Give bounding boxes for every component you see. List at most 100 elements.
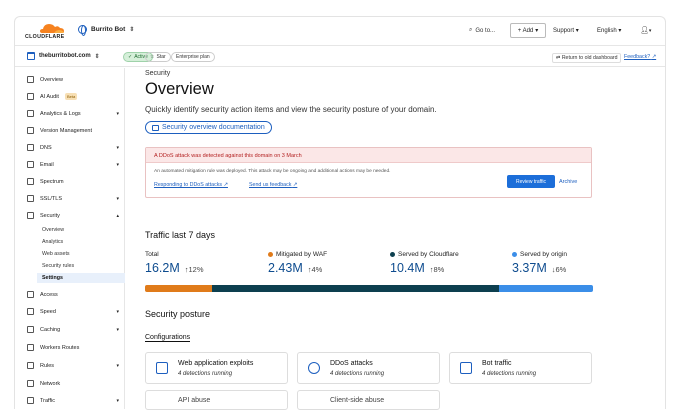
site-icon	[27, 52, 35, 60]
sidebar-subitem-security-rules[interactable]: Security rules	[42, 263, 74, 269]
card-name: API abuse	[178, 397, 211, 404]
cloudflare-logo[interactable]: CLOUDFLARE	[25, 22, 69, 42]
ddos-docs-link[interactable]: Responding to DDoS attacks ↗	[154, 182, 228, 188]
card-ddos-attacks[interactable]: DDoS attacks 4 detections running	[297, 352, 440, 384]
sidebar-item-traffic[interactable]: Traffic ▾	[27, 397, 123, 404]
user-menu[interactable]: 👤︎▾	[640, 26, 651, 34]
sidebar-item-network[interactable]: Network	[27, 380, 123, 387]
feedback-link[interactable]: Feedback? ↗	[624, 54, 656, 60]
firewall-icon	[156, 362, 168, 374]
sidebar-item-dns[interactable]: DNS ▾	[27, 144, 123, 151]
ddos-alert: A DDoS attack was detected against this …	[145, 147, 592, 198]
traffic-breakdown-bar	[145, 285, 593, 292]
app-window: CLOUDFLARE Burrito Bot ⇕ ⌕ Go to... + Ad…	[14, 16, 666, 409]
sidebar-item-version-management[interactable]: Version Management	[27, 127, 123, 134]
rules-icon	[27, 362, 34, 369]
sidebar-item-speed[interactable]: Speed ▾	[27, 308, 123, 315]
lock-icon	[27, 195, 34, 202]
metric-label: Total	[145, 251, 159, 258]
sidebar-item-label: Workers Routes	[40, 344, 80, 351]
sidebar-item-ai-audit[interactable]: AI Audit Beta	[27, 93, 123, 100]
metric-value: 10.4M	[390, 261, 425, 275]
posture-title: Security posture	[145, 309, 211, 319]
return-old-dashboard-button[interactable]: ⇄ Return to old dashboard	[552, 53, 622, 63]
star-icon: ☆	[150, 54, 155, 60]
metric-change: ↑8%	[429, 265, 445, 274]
bar-segment-origin	[498, 285, 593, 292]
return-label: Return to old dashboard	[561, 55, 618, 61]
sidebar-item-spectrum[interactable]: Spectrum	[27, 178, 123, 185]
link-label: Responding to DDoS attacks	[154, 182, 223, 188]
sidebar-subitem-overview[interactable]: Overview	[42, 227, 64, 233]
sidebar-item-label: Access	[40, 291, 58, 298]
sidebar-item-workers-routes[interactable]: Workers Routes	[27, 344, 123, 351]
legend-dot	[512, 252, 517, 257]
sidebar-item-analytics-logs[interactable]: Analytics & Logs ▾	[27, 110, 123, 117]
sidebar-item-label: Spectrum	[40, 178, 64, 185]
updown-chevron-icon: ⇕	[129, 27, 135, 33]
metric-label: Served by Cloudflare	[398, 251, 459, 258]
access-icon	[27, 291, 34, 298]
sidebar-item-label: DNS	[40, 144, 52, 151]
language-menu[interactable]: English ▾	[597, 27, 621, 34]
chevron-down-icon: ▾	[648, 28, 652, 34]
card-client-side-abuse[interactable]: Client-side abuse	[297, 390, 440, 410]
goto-search[interactable]: ⌕ Go to...	[469, 27, 495, 34]
metric-label: Mitigated by WAF	[276, 251, 328, 258]
sidebar-subitem-settings[interactable]: Settings	[37, 273, 125, 283]
send-feedback-link[interactable]: Send us feedback ↗	[249, 182, 297, 188]
chevron-down-icon: ▾	[116, 110, 119, 117]
metric-mitigated-waf: Mitigated by WAF 2.43M ↑4%	[268, 251, 327, 275]
chevron-down-icon: ▾	[116, 195, 119, 202]
bar-segment-waf	[145, 285, 213, 292]
account-switcher[interactable]: Burrito Bot ⇕	[78, 25, 135, 36]
branch-icon	[27, 127, 34, 134]
star-button[interactable]: ☆ Star	[145, 52, 171, 62]
support-menu[interactable]: Support ▾	[553, 27, 579, 34]
traffic-icon	[27, 397, 34, 404]
card-detail: 4 detections running	[178, 371, 233, 377]
metric-served-cloudflare: Served by Cloudflare 10.4M ↑8%	[390, 251, 459, 275]
plan-badge[interactable]: Enterprise plan	[171, 52, 215, 62]
bar-segment-cloudflare	[212, 285, 499, 292]
add-button[interactable]: + Add ▾	[510, 23, 546, 38]
card-bot-traffic[interactable]: Bot traffic 4 detections running	[449, 352, 592, 384]
zone-selector[interactable]: theburritobot.com ⇕	[27, 52, 100, 60]
card-api-abuse[interactable]: API abuse	[145, 390, 288, 410]
chevron-down-icon: ▾	[116, 326, 119, 333]
sidebar-item-rules[interactable]: Rules ▾	[27, 362, 123, 369]
globe-icon	[78, 25, 87, 36]
sidebar-item-label: Overview	[40, 76, 63, 83]
sidebar-item-email[interactable]: Email ▾	[27, 161, 123, 168]
sidebar-item-security[interactable]: Security ▴	[27, 212, 123, 219]
support-label: Support	[553, 28, 575, 34]
external-link-icon: ↗	[292, 182, 298, 188]
sidebar-item-caching[interactable]: Caching ▾	[27, 326, 123, 333]
metric-value: 3.37M	[512, 261, 547, 275]
sidebar-item-overview[interactable]: Overview	[27, 76, 123, 83]
legend-dot	[268, 252, 273, 257]
archive-button[interactable]: Archive	[559, 179, 577, 185]
alert-title: A DDoS attack was detected against this …	[146, 148, 591, 163]
sidebar-subitem-analytics[interactable]: Analytics	[42, 239, 63, 245]
user-icon: 👤︎	[640, 27, 649, 34]
chevron-down-icon: ▾	[116, 144, 119, 151]
sidebar-item-label: AI Audit	[40, 93, 59, 100]
configurations-tab[interactable]: Configurations	[145, 334, 191, 342]
sidebar-subitem-web-assets[interactable]: Web assets	[42, 251, 70, 257]
home-icon	[27, 76, 34, 83]
chevron-up-icon: ▴	[116, 212, 119, 219]
page-title: Overview	[145, 80, 214, 98]
sidebar-item-ssl-tls[interactable]: SSL/TLS ▾	[27, 195, 123, 202]
review-traffic-button[interactable]: Review traffic	[507, 175, 555, 188]
sidebar-item-label: SSL/TLS	[40, 195, 63, 202]
shield-icon	[27, 212, 34, 219]
goto-label: Go to...	[475, 27, 496, 34]
sidebar-item-access[interactable]: Access	[27, 291, 123, 298]
card-detail: 4 detections running	[482, 371, 537, 377]
documentation-label: Security overview documentation	[162, 124, 265, 131]
documentation-button[interactable]: Security overview documentation	[145, 121, 272, 134]
card-name: Client-side abuse	[330, 397, 385, 404]
metric-served-origin: Served by origin 3.37M ↓6%	[512, 251, 567, 275]
card-web-application-exploits[interactable]: Web application exploits 4 detections ru…	[145, 352, 288, 384]
